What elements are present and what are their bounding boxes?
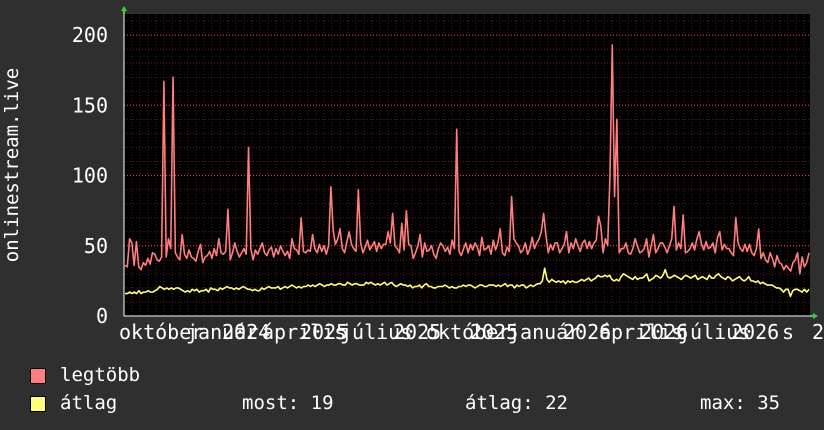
stat-average: átlag: 22 bbox=[465, 392, 568, 414]
legend-swatch-avg bbox=[30, 395, 46, 412]
y-tick-label: 0 bbox=[96, 304, 108, 328]
stat-maximum: max: 35 bbox=[700, 392, 781, 414]
legend-item-avg: átlag bbox=[30, 392, 117, 414]
x-tick-label: 2 bbox=[812, 320, 824, 344]
legend-label-max: legtöbb bbox=[60, 364, 141, 386]
legend-swatch-max bbox=[30, 367, 46, 384]
y-tick-label: 50 bbox=[84, 234, 108, 258]
x-tick-label: 2026 bbox=[731, 320, 779, 344]
plot-background bbox=[124, 14, 810, 316]
legend-item-max: legtöbb bbox=[30, 364, 140, 386]
x-tick-label: s bbox=[782, 320, 794, 344]
y-tick-label: 200 bbox=[72, 23, 108, 47]
x-axis-arrow bbox=[813, 313, 818, 319]
y-axis-arrow bbox=[121, 6, 127, 11]
chart-area: 0 50 100 150 200 októberjanuár2024április202… bbox=[1, 6, 824, 344]
y-tick-labels: 0 50 100 150 200 bbox=[72, 23, 108, 328]
legend-label-avg: átlag bbox=[60, 392, 118, 414]
y-axis-label: onlinestream.live bbox=[1, 68, 23, 262]
y-tick-label: 150 bbox=[72, 93, 108, 117]
stat-now: most: 19 bbox=[242, 392, 334, 414]
x-tick-labels: októberjanuár2024április2025július2025ok… bbox=[119, 320, 824, 344]
y-tick-label: 100 bbox=[72, 164, 108, 188]
